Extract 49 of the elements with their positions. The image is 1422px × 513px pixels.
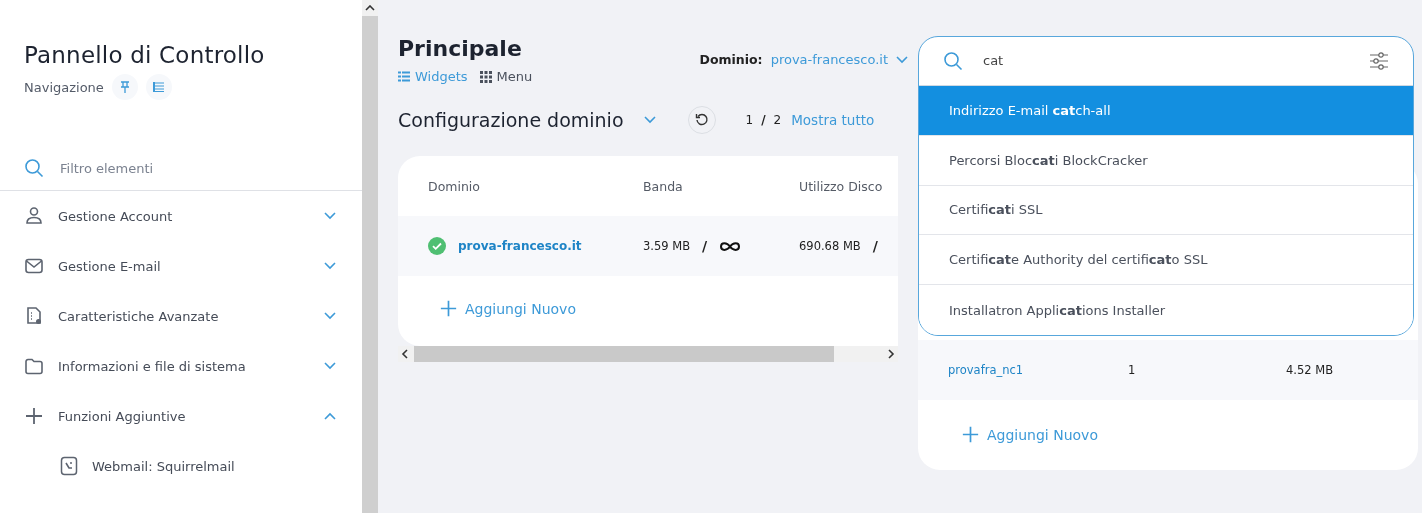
nav-item[interactable]: Gestione E-mail: [0, 241, 362, 291]
horizontal-scrollbar[interactable]: [398, 346, 898, 362]
vertical-scrollbar[interactable]: [362, 0, 378, 513]
domain-label: Dominio:: [699, 52, 763, 67]
slash-separator: /: [872, 238, 878, 254]
column-header: Banda: [643, 178, 684, 194]
pin-icon: [119, 81, 130, 93]
view-tab[interactable]: Menu: [479, 69, 533, 84]
table-cell-text: 1: [1128, 363, 1137, 377]
nav-item[interactable]: Gestione Account: [0, 191, 362, 241]
refresh-button[interactable]: [687, 106, 716, 134]
nav-subitem[interactable]: Webmail: Squirrelmail: [0, 441, 362, 491]
list-icon: [398, 71, 410, 82]
plus-icon: [440, 300, 457, 317]
section-title: Configurazione dominio: [398, 109, 624, 131]
navigation-label: Navigazione: [24, 79, 104, 95]
page-separator: /: [761, 113, 766, 127]
envelope-icon: [24, 256, 44, 276]
page-number: 1: [745, 113, 754, 127]
column-header: Dominio: [428, 178, 481, 194]
plus-icon: [962, 426, 979, 443]
folder-icon: [24, 356, 44, 376]
chevron-icon: [896, 55, 908, 64]
grid-icon: [479, 70, 492, 83]
document-gear-icon: [24, 306, 44, 326]
account-link[interactable]: provafra_nc1: [948, 363, 1128, 377]
column-header: Utilizzo Disco: [799, 178, 884, 194]
slash-separator: /: [702, 238, 708, 254]
refresh-icon: [694, 113, 709, 127]
infinity-icon: [719, 240, 742, 252]
nav-item[interactable]: Caratteristiche Avanzate: [0, 291, 362, 341]
table-cell-text: 4.52 MB: [1286, 363, 1335, 377]
caret-up-icon[interactable]: [365, 5, 375, 11]
search-icon: [943, 50, 963, 71]
list-button[interactable]: [145, 74, 172, 100]
list-icon: [152, 82, 165, 92]
nav-item[interactable]: Informazioni e file di sistema: [0, 341, 362, 391]
panel-title: Pannello di Controllo: [24, 42, 266, 68]
table-cell: 690.68 MB: [799, 239, 861, 253]
page-total: 2: [773, 113, 782, 127]
table-cell: 3.59 MB: [643, 239, 691, 253]
filter-sliders-icon[interactable]: [1369, 50, 1389, 71]
plus-icon: [24, 406, 44, 426]
page-title: Principale: [398, 36, 523, 61]
domain-link[interactable]: prova-francesco.it: [458, 239, 582, 253]
search-icon: [24, 158, 44, 178]
user-icon: [24, 206, 44, 226]
chevron-icon[interactable]: [643, 116, 656, 124]
nav-item[interactable]: Funzioni Aggiuntive: [0, 391, 362, 441]
